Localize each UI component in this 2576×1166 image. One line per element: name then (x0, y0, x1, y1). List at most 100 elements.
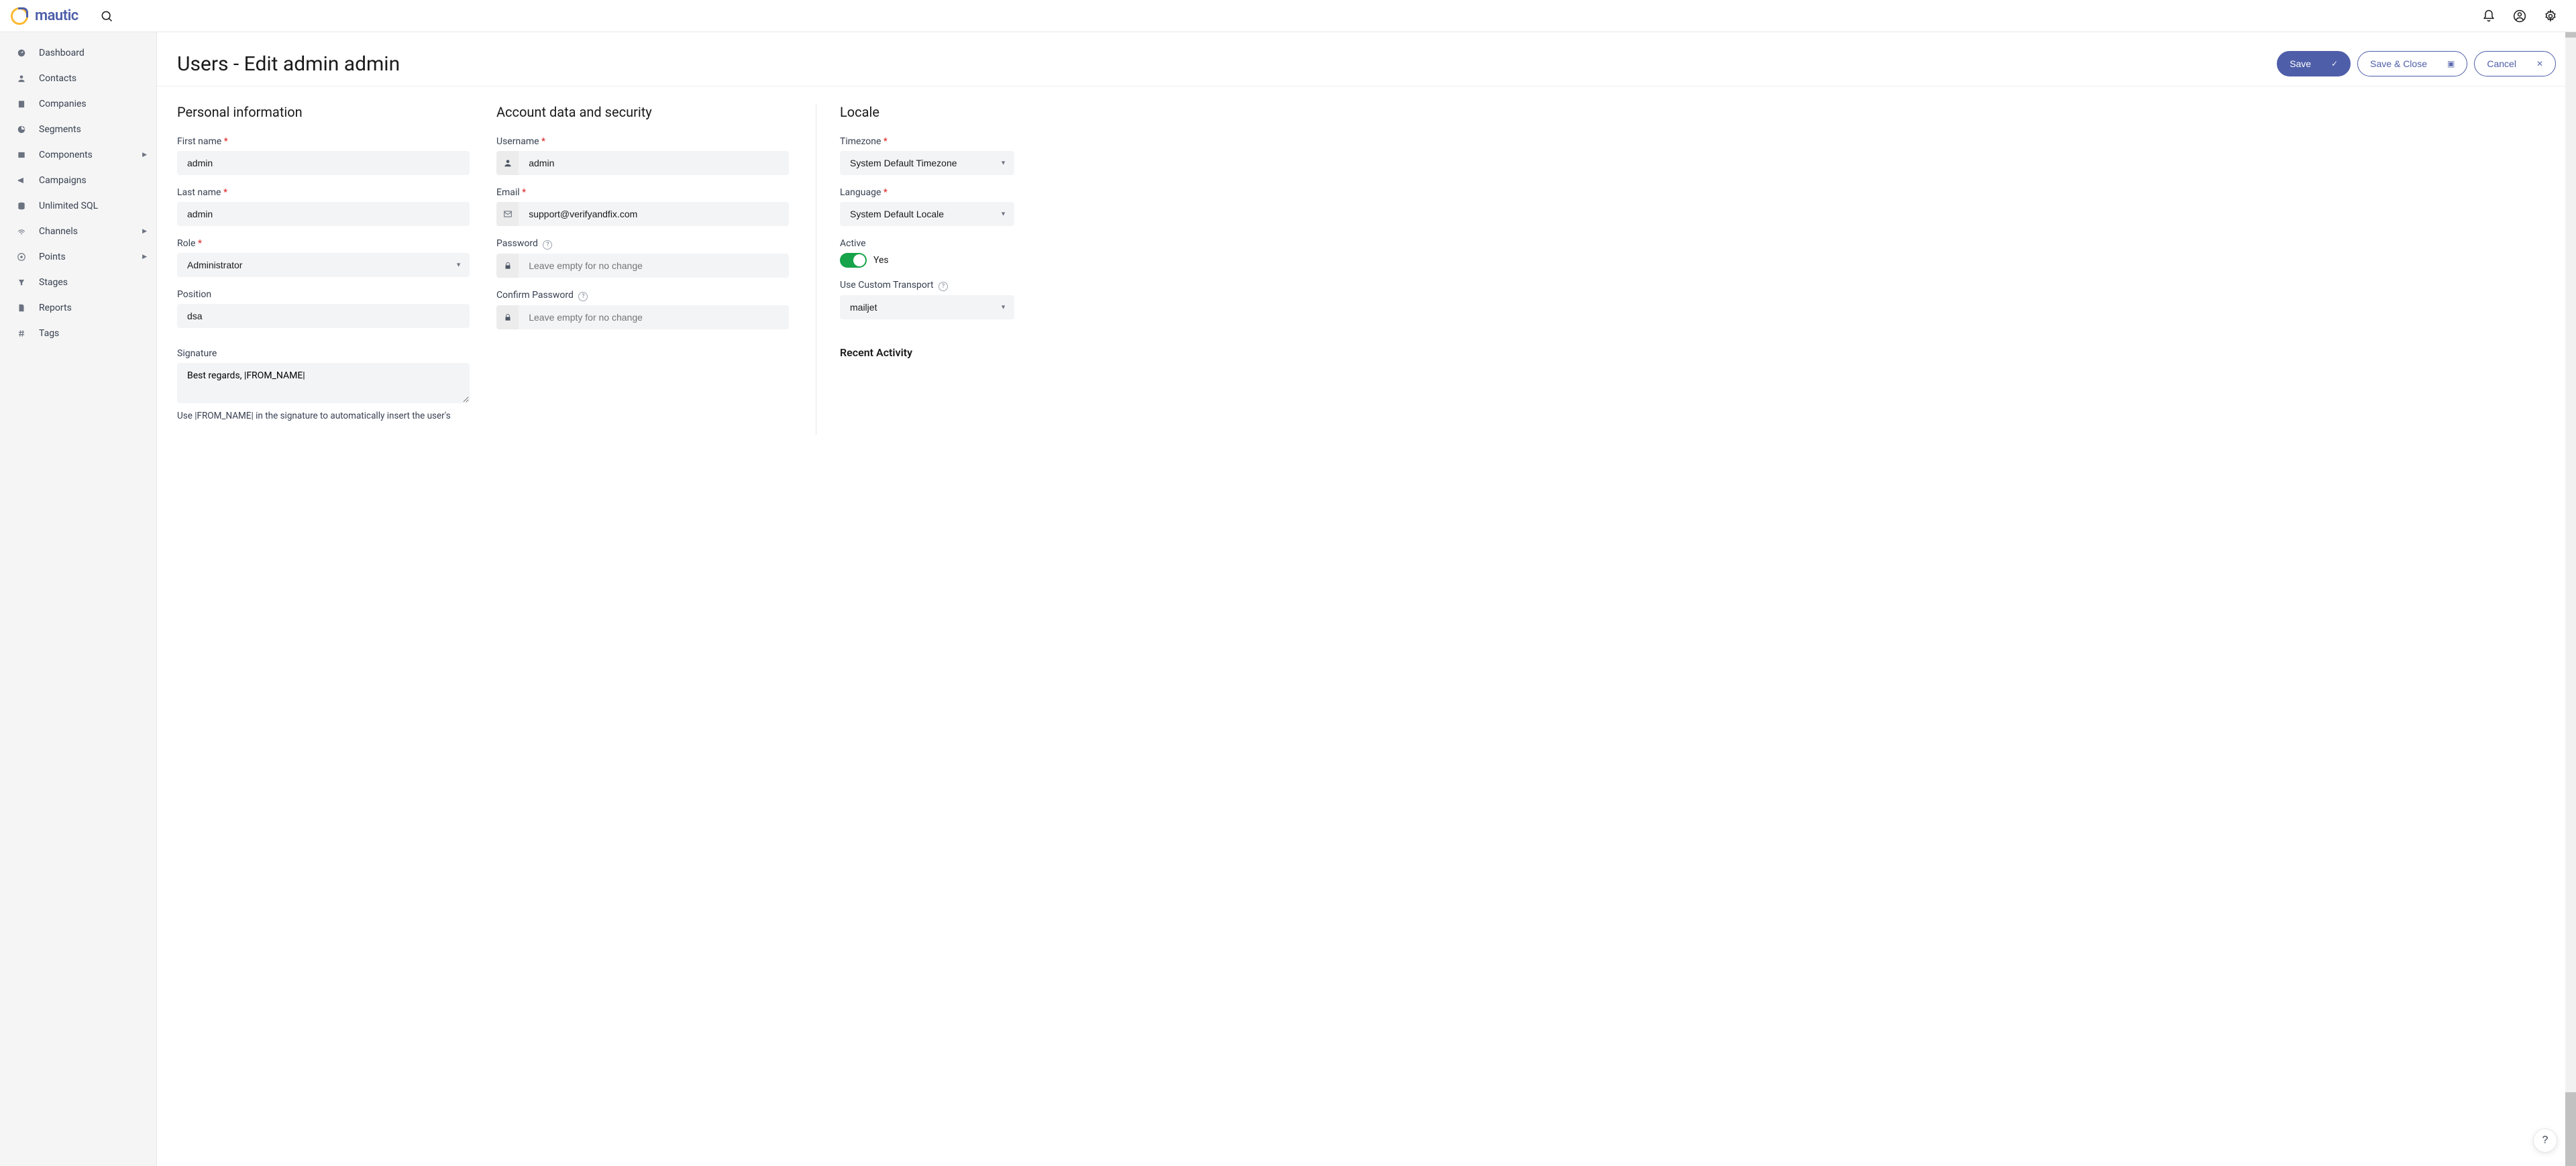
sidebar-item-tags[interactable]: Tags (0, 321, 156, 346)
funnel-icon (16, 277, 27, 288)
gauge-icon (16, 48, 27, 58)
scrollbar-thumb[interactable] (2565, 1092, 2576, 1166)
sidebar-item-unlimited-sql[interactable]: Unlimited SQL (0, 193, 156, 219)
file-icon (16, 303, 27, 313)
header-divider (157, 86, 2576, 87)
save-button[interactable]: Save ✓ (2277, 51, 2351, 76)
sidebar-item-segments[interactable]: Segments (0, 117, 156, 142)
sidebar-item-label: Components (39, 150, 93, 160)
floating-help-button[interactable]: ? (2533, 1128, 2557, 1153)
sidebar-item-label: Reports (39, 303, 72, 313)
language-select[interactable]: System Default Locale (840, 202, 1014, 226)
position-label: Position (177, 289, 470, 300)
lock-icon (496, 254, 519, 278)
confirm-password-input[interactable] (519, 305, 789, 329)
building-icon (16, 99, 27, 109)
megaphone-icon (16, 175, 27, 186)
first-name-input[interactable] (177, 151, 470, 175)
help-icon[interactable]: ? (938, 282, 948, 291)
transport-label: Use Custom Transport ? (840, 280, 1014, 291)
sidebar-item-label: Stages (39, 277, 68, 288)
sidebar-item-stages[interactable]: Stages (0, 270, 156, 295)
password-label: Password ? (496, 238, 789, 250)
role-label: Role * (177, 238, 470, 249)
save-icon: ▣ (2447, 59, 2455, 68)
timezone-select[interactable]: System Default Timezone (840, 151, 1014, 175)
username-input[interactable] (519, 151, 789, 175)
page-title: Users - Edit admin admin (177, 52, 400, 76)
signature-label: Signature (177, 348, 470, 359)
active-label: Active (840, 238, 1014, 249)
wifi-icon (16, 226, 27, 237)
sidebar-item-label: Unlimited SQL (39, 201, 98, 211)
lock-icon (496, 305, 519, 329)
sidebar-item-label: Segments (39, 124, 81, 135)
email-label: Email * (496, 187, 789, 198)
sidebar-item-campaigns[interactable]: Campaigns (0, 168, 156, 193)
save-close-button[interactable]: Save & Close ▣ (2357, 51, 2467, 76)
help-icon[interactable]: ? (543, 240, 552, 250)
sidebar-item-label: Points (39, 252, 66, 262)
sidebar-item-label: Channels (39, 226, 78, 237)
sidebar-item-dashboard[interactable]: Dashboard (0, 40, 156, 66)
chevron-right-icon: ▶ (142, 254, 147, 260)
active-toggle[interactable] (840, 253, 867, 268)
sidebar-item-label: Campaigns (39, 175, 87, 186)
sidebar-item-channels[interactable]: Channels ▶ (0, 219, 156, 244)
password-input[interactable] (519, 254, 789, 278)
target-icon (16, 252, 27, 262)
save-button-label: Save (2290, 58, 2311, 69)
chevron-right-icon: ▶ (142, 152, 147, 158)
help-icon[interactable]: ? (578, 292, 588, 301)
sidebar-item-companies[interactable]: Companies (0, 91, 156, 117)
brand-logo[interactable]: mautic (11, 7, 78, 25)
hash-icon (16, 328, 27, 339)
transport-select[interactable]: mailjet (840, 295, 1014, 319)
account-button[interactable] (2510, 7, 2529, 25)
cancel-button-label: Cancel (2487, 58, 2516, 69)
search-button[interactable] (97, 7, 116, 25)
chevron-right-icon: ▶ (142, 228, 147, 235)
last-name-label: Last name * (177, 187, 470, 198)
pie-icon (16, 124, 27, 135)
sidebar: Dashboard Contacts Companies Segments Co… (0, 32, 157, 1166)
user-icon (496, 151, 519, 175)
browser-scrollbar[interactable]: ▲ (2565, 0, 2576, 1166)
active-value: Yes (873, 255, 889, 266)
recent-activity-heading: Recent Activity (840, 346, 1014, 359)
signature-textarea[interactable] (177, 363, 470, 403)
account-heading: Account data and security (496, 104, 789, 120)
personal-heading: Personal information (177, 104, 470, 120)
sidebar-item-label: Contacts (39, 73, 76, 84)
layers-icon (16, 150, 27, 160)
sidebar-item-label: Tags (39, 328, 59, 339)
gear-icon (2544, 9, 2557, 23)
sidebar-item-label: Dashboard (39, 48, 85, 58)
search-icon (100, 9, 113, 23)
locale-heading: Locale (840, 104, 1014, 120)
first-name-label: First name * (177, 136, 470, 147)
email-input[interactable] (519, 202, 789, 226)
bell-icon (2482, 9, 2496, 23)
confirm-password-label: Confirm Password ? (496, 290, 789, 301)
sidebar-item-points[interactable]: Points ▶ (0, 244, 156, 270)
main-content: Users - Edit admin admin Save ✓ Save & C… (157, 32, 2576, 1166)
sidebar-item-reports[interactable]: Reports (0, 295, 156, 321)
notifications-button[interactable] (2479, 7, 2498, 25)
timezone-label: Timezone * (840, 136, 1014, 147)
database-icon (16, 201, 27, 211)
username-label: Username * (496, 136, 789, 147)
brand-name: mautic (35, 7, 78, 24)
user-circle-icon (2513, 9, 2526, 23)
settings-button[interactable] (2541, 7, 2560, 25)
sidebar-item-components[interactable]: Components ▶ (0, 142, 156, 168)
last-name-input[interactable] (177, 202, 470, 226)
sidebar-item-contacts[interactable]: Contacts (0, 66, 156, 91)
check-icon: ✓ (2331, 59, 2338, 68)
save-close-button-label: Save & Close (2370, 58, 2427, 69)
close-icon: ✕ (2536, 59, 2543, 68)
position-input[interactable] (177, 304, 470, 328)
cancel-button[interactable]: Cancel ✕ (2474, 51, 2556, 76)
role-select[interactable]: Administrator (177, 253, 470, 277)
language-label: Language * (840, 187, 1014, 198)
